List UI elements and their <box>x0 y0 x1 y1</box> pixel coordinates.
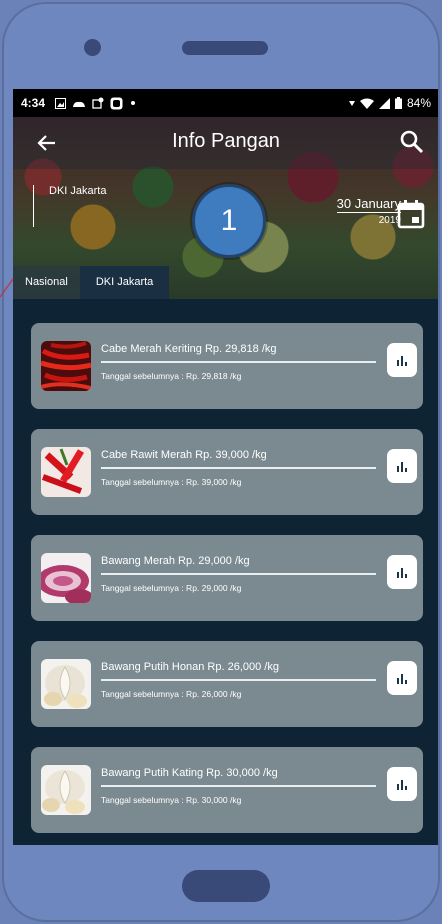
home-button[interactable] <box>182 870 270 902</box>
date-day-month: 30 January <box>336 196 401 213</box>
bar-chart-icon <box>397 674 407 684</box>
bar-chart-icon <box>397 462 407 472</box>
chart-button[interactable] <box>387 555 417 589</box>
garlic-image <box>41 659 91 709</box>
status-time: 4:34 <box>21 96 46 110</box>
chart-button[interactable] <box>387 343 417 377</box>
search-icon[interactable] <box>399 129 425 155</box>
list-item[interactable]: Bawang Putih Honan Rp. 26,000 /kg Tangga… <box>31 641 423 727</box>
divider <box>101 361 376 363</box>
wifi-icon <box>359 98 374 109</box>
item-title: Cabe Rawit Merah Rp. 39,000 /kg <box>101 449 267 461</box>
tab-dki-jakarta[interactable]: DKI Jakarta <box>79 266 170 299</box>
app-screen: 4:34 84% Info Pangan DKI Jakarta 1 30 Ja… <box>13 89 438 845</box>
page-title: Info Pangan <box>172 130 280 152</box>
garlic-image <box>41 765 91 815</box>
status-bar: 4:34 84% <box>13 89 438 117</box>
app-icon <box>110 97 123 109</box>
item-previous-price: Tanggal sebelumnya : Rp. 26,000 /kg <box>101 689 242 699</box>
notification-icon <box>92 97 104 109</box>
annotation-pointer <box>0 278 14 298</box>
camera <box>84 39 101 56</box>
network-icon <box>348 101 355 106</box>
region-label-box: DKI Jakarta <box>33 185 106 227</box>
divider <box>101 679 376 681</box>
item-previous-price: Tanggal sebelumnya : Rp. 39,000 /kg <box>101 477 242 487</box>
list-item[interactable]: Bawang Merah Rp. 29,000 /kg Tanggal sebe… <box>31 535 423 621</box>
status-right-icons: 84% <box>348 89 431 117</box>
red-chili-image <box>41 341 91 391</box>
date-year: 2019 <box>378 215 401 226</box>
item-title: Bawang Putih Honan Rp. 26,000 /kg <box>101 661 279 673</box>
battery-percent: 84% <box>406 96 431 110</box>
list-item[interactable]: Cabe Rawit Merah Rp. 39,000 /kg Tanggal … <box>31 429 423 515</box>
divider <box>101 785 376 787</box>
bar-chart-icon <box>397 568 407 578</box>
weather-icon <box>73 101 86 107</box>
item-title: Cabe Merah Keriting Rp. 29,818 /kg <box>101 343 277 355</box>
battery-icon <box>394 97 402 109</box>
dot-icon <box>131 101 136 105</box>
image-icon <box>55 97 67 109</box>
item-previous-price: Tanggal sebelumnya : Rp. 30,000 /kg <box>101 795 242 805</box>
bar-chart-icon <box>397 356 407 366</box>
date-display[interactable]: 30 January 2019 <box>321 195 401 226</box>
region-label: DKI Jakarta <box>49 185 107 197</box>
chart-button[interactable] <box>387 449 417 483</box>
bar-chart-icon <box>397 780 407 790</box>
list-item[interactable]: Bawang Putih Kating Rp. 30,000 /kg Tangg… <box>31 747 423 833</box>
shallot-image <box>41 553 91 603</box>
status-left-icons <box>55 97 137 110</box>
calendar-icon[interactable] <box>397 199 425 229</box>
divider <box>101 467 376 469</box>
item-title: Bawang Merah Rp. 29,000 /kg <box>101 555 250 567</box>
divider <box>101 573 376 575</box>
tab-nasional[interactable]: Nasional <box>13 266 80 299</box>
app-bar: Info Pangan <box>13 117 438 169</box>
item-previous-price: Tanggal sebelumnya : Rp. 29,000 /kg <box>101 583 242 593</box>
item-title: Bawang Putih Kating Rp. 30,000 /kg <box>101 767 278 779</box>
chart-button[interactable] <box>387 661 417 695</box>
bird-eye-chili-image <box>41 447 91 497</box>
phone-frame: 4:34 84% Info Pangan DKI Jakarta 1 30 Ja… <box>2 2 440 922</box>
header-banner: Info Pangan DKI Jakarta 1 30 January 201… <box>13 117 438 299</box>
chart-button[interactable] <box>387 767 417 801</box>
region-tabs: Nasional DKI Jakarta <box>13 266 170 299</box>
list-item[interactable]: Cabe Merah Keriting Rp. 29,818 /kg Tangg… <box>31 323 423 409</box>
signal-icon <box>378 97 390 109</box>
step-badge: 1 <box>192 184 266 258</box>
speaker <box>182 41 268 55</box>
item-previous-price: Tanggal sebelumnya : Rp. 29,818 /kg <box>101 371 242 381</box>
